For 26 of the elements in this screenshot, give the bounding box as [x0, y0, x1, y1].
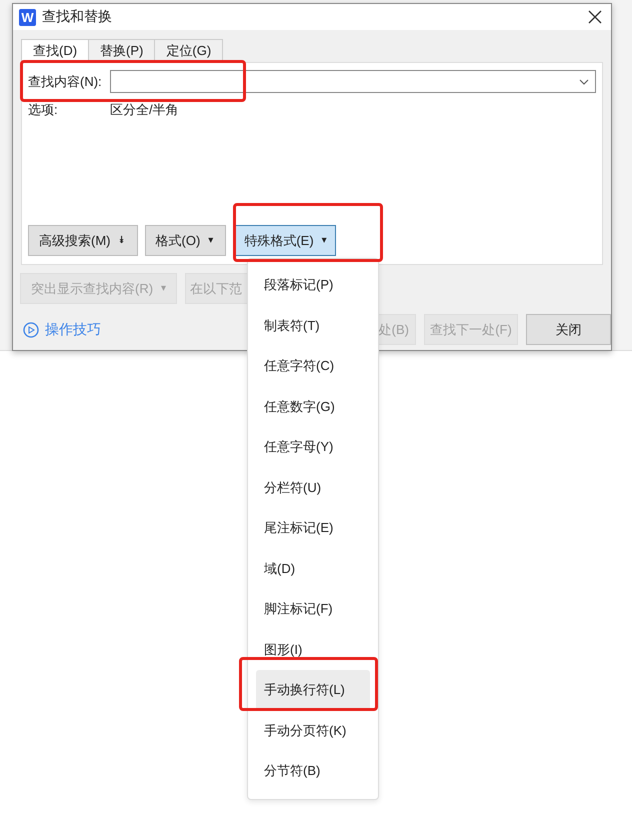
chevron-icon	[579, 78, 589, 84]
dropdown-button[interactable]: 特殊格式(E) ▾	[233, 225, 336, 256]
menu-item[interactable]: 手动换行符(L)	[256, 670, 370, 710]
dropdown-button[interactable]: 高级搜索(M) ⯯	[28, 225, 138, 256]
menu-item[interactable]: 任意字符(C)	[256, 346, 370, 386]
play-icon	[23, 322, 39, 338]
options-value: 区分全/半角	[110, 101, 179, 119]
dropdown-button[interactable]: 格式(O) ▾	[144, 225, 226, 256]
options-label: 选项:	[28, 101, 59, 119]
tab[interactable]: 查找(D)	[21, 39, 90, 62]
menu-item[interactable]: 手动分页符(K)	[256, 710, 370, 751]
app-icon: W	[19, 8, 36, 26]
menu-item[interactable]: 任意字母(Y)	[256, 427, 370, 468]
menu-item[interactable]: 尾注标记(E)	[256, 508, 370, 548]
menu-item[interactable]: 分栏符(U)	[256, 468, 370, 508]
menu-item[interactable]: 域(D)	[256, 548, 370, 589]
menu-item[interactable]: 分节符(B)	[256, 751, 370, 792]
search-field[interactable]	[110, 70, 596, 93]
menu-item[interactable]: 图形(I)	[256, 630, 370, 670]
menu-item[interactable]: 制表符(T)	[256, 306, 370, 346]
window-title: 查找和替换	[42, 8, 113, 26]
dialog-button[interactable]: 关闭	[526, 314, 611, 345]
field-label: 查找内容(N):	[28, 72, 103, 90]
tab[interactable]: 定位(G)	[154, 39, 224, 62]
menu-item[interactable]: 脚注标记(F)	[256, 589, 370, 630]
menu-item[interactable]: 任意数字(G)	[256, 386, 370, 427]
